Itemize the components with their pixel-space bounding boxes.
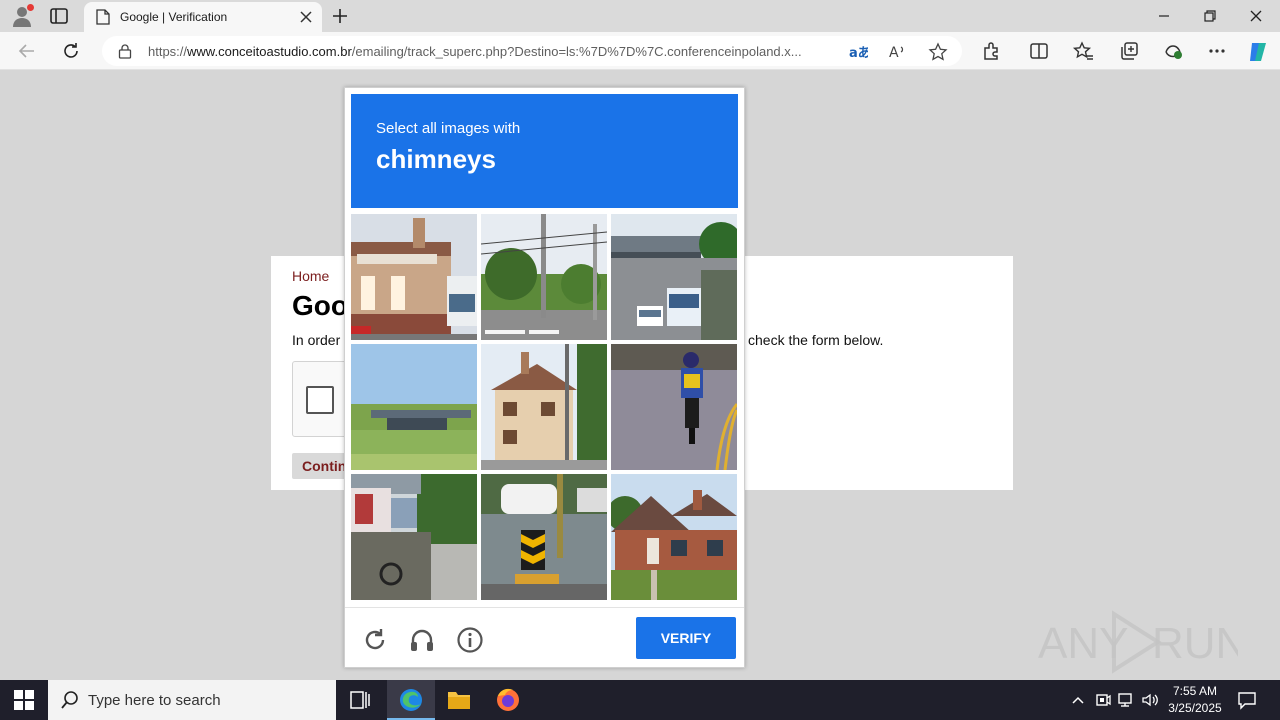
- svg-text:aあ: aあ: [849, 46, 868, 61]
- captcha-header: Select all images with chimneys: [351, 94, 738, 208]
- anyrun-watermark: ANY RUN: [1038, 610, 1247, 674]
- close-window-icon[interactable]: [1246, 6, 1266, 26]
- captcha-grid: [351, 214, 738, 601]
- captcha-tile-house-with-chimney[interactable]: [481, 344, 607, 470]
- not-robot-checkbox[interactable]: [306, 386, 334, 414]
- captcha-challenge: Select all images with chimneys VERIFY: [344, 87, 745, 668]
- captcha-tile-motorcyclist-on-road[interactable]: [611, 344, 737, 470]
- taskbar-clock[interactable]: 7:55 AM 3/25/2025: [1162, 683, 1228, 717]
- page-title: Goo: [292, 290, 348, 321]
- notifications-icon[interactable]: [1236, 689, 1258, 711]
- svg-text:A: A: [889, 45, 899, 61]
- search-placeholder: Type here to search: [88, 692, 221, 709]
- intro-text-end: check the form below.: [748, 332, 884, 348]
- clock-time: 7:55 AM: [1172, 684, 1218, 698]
- clock-date: 3/25/2025: [1168, 701, 1222, 715]
- tab-active[interactable]: Google | Verification: [84, 2, 322, 32]
- windows-start-icon[interactable]: [14, 690, 34, 710]
- taskbar-search[interactable]: Type here to search: [48, 680, 336, 720]
- network-icon[interactable]: [1116, 690, 1136, 710]
- tray-overflow-icon[interactable]: [1068, 690, 1088, 710]
- svg-text:RUN: RUN: [1152, 619, 1238, 668]
- minimize-icon[interactable]: [1154, 6, 1174, 26]
- read-aloud-icon[interactable]: A: [888, 42, 908, 62]
- collections-icon[interactable]: [1118, 40, 1140, 62]
- lock-icon[interactable]: [118, 43, 132, 59]
- captcha-tile-building-with-trucks[interactable]: [351, 214, 477, 340]
- intro-text: In order: [292, 332, 341, 348]
- extensions-icon[interactable]: [980, 40, 1002, 62]
- tab-title: Google | Verification: [120, 10, 228, 24]
- close-tab-icon[interactable]: [298, 9, 314, 25]
- captcha-tile-brick-house-with-chimney[interactable]: [611, 474, 737, 600]
- refresh-icon[interactable]: [60, 40, 82, 62]
- breadcrumb-home[interactable]: Home: [292, 268, 329, 284]
- translate-icon[interactable]: aあ: [848, 42, 871, 62]
- more-options-icon[interactable]: [1206, 40, 1228, 62]
- profile-icon[interactable]: [10, 4, 34, 28]
- captcha-tile-road-hazard-sign[interactable]: [481, 474, 607, 600]
- volume-icon[interactable]: [1140, 690, 1160, 710]
- captcha-tile-overpass-with-bus[interactable]: [611, 214, 737, 340]
- new-tab-icon[interactable]: [330, 6, 350, 26]
- page-icon: [96, 9, 110, 25]
- file-explorer-icon[interactable]: [435, 680, 483, 720]
- reload-icon[interactable]: [361, 626, 389, 654]
- firefox-icon[interactable]: [484, 680, 532, 720]
- captcha-tile-bridge-over-grass[interactable]: [351, 344, 477, 470]
- captcha-target: chimneys: [376, 144, 496, 174]
- meet-now-icon[interactable]: [1093, 690, 1113, 710]
- tab-strip: Google | Verification: [0, 0, 1280, 32]
- edge-taskbar-icon[interactable]: [387, 680, 435, 720]
- captcha-tile-street-stalls[interactable]: [351, 474, 477, 600]
- captcha-tile-street-with-utility-poles[interactable]: [481, 214, 607, 340]
- restore-icon[interactable]: [1200, 6, 1220, 26]
- favorites-icon[interactable]: [1072, 40, 1094, 62]
- browser-essentials-icon[interactable]: [1162, 40, 1184, 62]
- browser-toolbar: https://www.conceitoastudio.com.br/email…: [0, 32, 1280, 70]
- address-bar[interactable]: https://www.conceitoastudio.com.br/email…: [102, 36, 962, 66]
- search-icon: [60, 690, 80, 710]
- copilot-icon[interactable]: [1246, 40, 1268, 62]
- task-view-icon[interactable]: [336, 680, 384, 720]
- captcha-instruction: Select all images with: [376, 120, 521, 137]
- windows-taskbar: Type here to search 7:55 AM 3/25/2025: [0, 680, 1280, 720]
- split-screen-icon[interactable]: [1028, 40, 1050, 62]
- tab-actions-icon[interactable]: [48, 6, 70, 26]
- url-text[interactable]: https://www.conceitoastudio.com.br/email…: [148, 44, 838, 59]
- audio-challenge-icon[interactable]: [408, 626, 436, 654]
- info-icon[interactable]: [456, 626, 484, 654]
- captcha-footer: VERIFY: [345, 607, 744, 668]
- verify-button[interactable]: VERIFY: [636, 617, 736, 659]
- favorite-star-icon[interactable]: [928, 42, 948, 62]
- back-icon[interactable]: [16, 40, 38, 62]
